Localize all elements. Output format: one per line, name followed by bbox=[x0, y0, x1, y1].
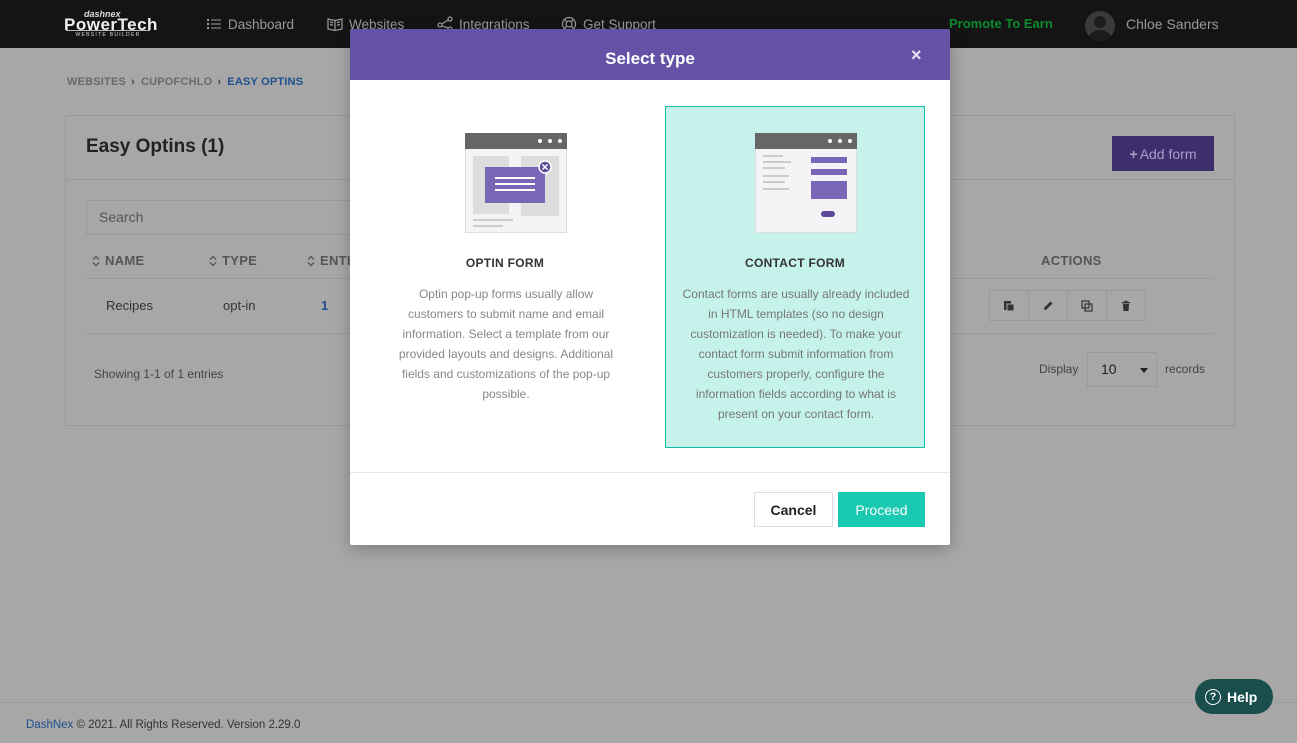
promote-to-earn-link[interactable]: Promote To Earn bbox=[949, 16, 1053, 31]
pagination-info: Showing 1-1 of 1 entries bbox=[94, 367, 224, 381]
proceed-button[interactable]: Proceed bbox=[838, 492, 925, 527]
delete-button[interactable] bbox=[1106, 290, 1146, 321]
logo[interactable]: dashnex PowerTech WEBSITE BUILDER bbox=[64, 9, 157, 39]
column-header-type[interactable]: TYPE bbox=[209, 253, 257, 268]
sort-icon bbox=[307, 255, 315, 266]
optin-form-title: OPTIN FORM bbox=[465, 256, 545, 270]
copy-code-button[interactable] bbox=[989, 290, 1029, 321]
logo-line-3: WEBSITE BUILDER bbox=[66, 30, 150, 38]
column-header-entries[interactable]: ENTI bbox=[307, 253, 351, 268]
contact-form-title: CONTACT FORM bbox=[744, 256, 846, 270]
sort-icon bbox=[92, 255, 100, 266]
avatar[interactable] bbox=[1085, 11, 1115, 41]
list-icon bbox=[207, 19, 221, 29]
paste-icon bbox=[1004, 300, 1015, 311]
optin-form-option[interactable]: OPTIN FORM Optin pop-up forms usually al… bbox=[375, 106, 635, 448]
breadcrumb-site[interactable]: CUPOFCHLO bbox=[141, 76, 212, 88]
caret-down-icon bbox=[1140, 368, 1148, 373]
optin-form-description: Optin pop-up forms usually allow custome… bbox=[398, 287, 614, 401]
row-actions bbox=[989, 290, 1146, 321]
avatar-body bbox=[1089, 30, 1111, 41]
footer: DashNex © 2021. All Rights Reserved. Ver… bbox=[0, 702, 1297, 743]
display-label: Display bbox=[1039, 362, 1079, 376]
nav-label-dashboard: Dashboard bbox=[228, 16, 295, 32]
row-name: Recipes bbox=[106, 298, 153, 313]
contact-form-illustration bbox=[755, 133, 857, 233]
plus-icon: + bbox=[1129, 145, 1138, 162]
breadcrumb-websites[interactable]: WEBSITES bbox=[67, 76, 126, 88]
book-icon bbox=[327, 18, 343, 32]
contact-form-option[interactable]: CONTACT FORM Contact forms are usually a… bbox=[665, 106, 925, 448]
breadcrumb-current: EASY OPTINS bbox=[227, 76, 304, 88]
optin-form-illustration bbox=[465, 133, 567, 233]
add-form-label: Add form bbox=[1139, 145, 1197, 162]
cancel-button[interactable]: Cancel bbox=[754, 492, 833, 527]
chevron-right-icon: › bbox=[131, 76, 135, 88]
row-type: opt-in bbox=[223, 298, 256, 313]
help-label: Help bbox=[1227, 688, 1258, 705]
modal-title: Select type bbox=[605, 49, 695, 68]
column-header-actions: ACTIONS bbox=[1041, 253, 1102, 268]
footer-text: DashNex © 2021. All Rights Reserved. Ver… bbox=[26, 719, 300, 731]
footer-brand-link[interactable]: DashNex bbox=[26, 719, 73, 731]
footer-copyright: © 2021. All Rights Reserved. Version 2.2… bbox=[73, 719, 301, 731]
chevron-right-icon: › bbox=[217, 76, 222, 88]
pencil-icon bbox=[1044, 301, 1053, 310]
search-input[interactable]: Search bbox=[86, 200, 386, 235]
modal-footer-divider bbox=[350, 472, 950, 473]
page-size-select[interactable]: 10 bbox=[1087, 352, 1157, 387]
column-header-name[interactable]: NAME bbox=[92, 253, 144, 268]
edit-button[interactable] bbox=[1028, 290, 1068, 321]
sort-icon bbox=[209, 255, 217, 266]
help-button[interactable]: ? Help bbox=[1195, 679, 1273, 714]
page-size-value: 10 bbox=[1101, 361, 1117, 377]
avatar-head bbox=[1094, 16, 1106, 28]
page-title: Easy Optins (1) bbox=[86, 136, 225, 157]
contact-form-description: Contact forms are usually already includ… bbox=[682, 287, 910, 421]
column-label-entries: ENTI bbox=[320, 253, 351, 268]
close-icon[interactable]: × bbox=[911, 45, 922, 66]
breadcrumb: WEBSITES › CUPOFCHLO › EASY OPTINS bbox=[67, 76, 303, 88]
duplicate-button[interactable] bbox=[1067, 290, 1107, 321]
select-type-modal: Select type × OPTIN FORM Optin pop-up fo… bbox=[350, 29, 950, 545]
question-icon: ? bbox=[1205, 688, 1221, 705]
column-label-type: TYPE bbox=[222, 253, 258, 268]
modal-header: Select type × bbox=[350, 29, 950, 80]
records-label: records bbox=[1165, 362, 1206, 376]
column-label-name: NAME bbox=[105, 253, 145, 268]
trash-icon bbox=[1122, 300, 1130, 311]
user-name[interactable]: Chloe Sanders bbox=[1126, 16, 1219, 32]
duplicate-icon bbox=[1081, 299, 1093, 312]
add-form-button[interactable]: + Add form bbox=[1112, 136, 1214, 171]
row-entries-link[interactable]: 1 bbox=[321, 298, 328, 313]
nav-item-dashboard[interactable]: Dashboard bbox=[206, 15, 294, 33]
column-label-actions: ACTIONS bbox=[1041, 253, 1102, 268]
